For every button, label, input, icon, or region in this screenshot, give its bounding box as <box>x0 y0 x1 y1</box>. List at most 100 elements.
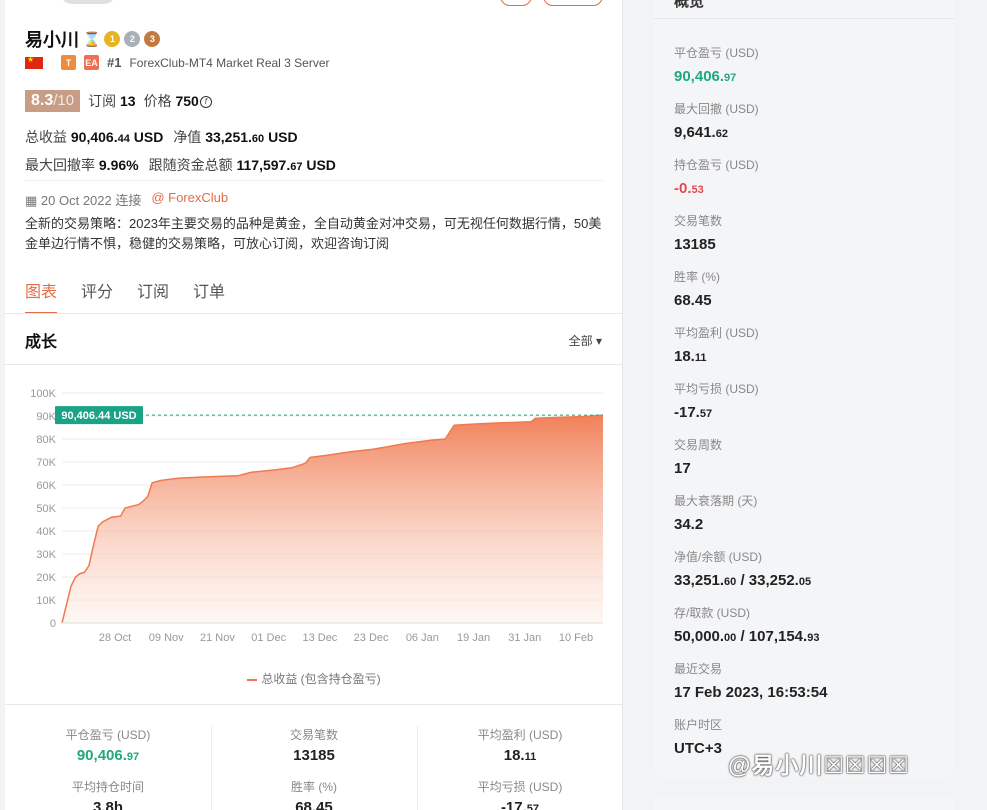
overview-value-int: 90,406. <box>674 68 725 85</box>
china-flag-icon <box>25 55 43 69</box>
x-tick-label: 09 Nov <box>149 632 184 644</box>
overview-value-int2: / 107,154. <box>736 628 808 645</box>
legend-label: 总收益 (包含持仓盈亏) <box>261 672 381 686</box>
x-tick-label: 06 Jan <box>406 632 439 644</box>
y-tick-label: 40K <box>36 526 56 538</box>
overview-item-value: 34.2 <box>674 516 757 533</box>
overview-value-int2: / 33,252. <box>736 572 799 589</box>
subscribe-button[interactable] <box>543 0 603 6</box>
overview-panel: 概览 平仓盈亏 (USD) 90,406.97 最大回撤 (USD) 9,641.62… <box>654 0 954 778</box>
follow-dec: 67 <box>290 161 303 173</box>
stat-value-dec: 57 <box>526 803 540 810</box>
chart-header-divider <box>5 364 623 365</box>
overview-value-int: UTC+3 <box>674 740 722 757</box>
tab-bar: 图表 评分 订阅 订单 <box>25 278 225 314</box>
tab-orders[interactable]: 订单 <box>193 278 225 302</box>
tag-t-badge: T <box>61 55 76 70</box>
y-tick-label: 10K <box>36 595 56 607</box>
x-tick-label: 28 Oct <box>99 632 131 644</box>
next-card <box>654 796 954 810</box>
stat-value-int: 68.45 <box>295 799 333 810</box>
overview-item-label: 账户时区 <box>674 718 723 732</box>
y-tick-label: 20K <box>36 572 56 584</box>
gold-medal-icon: 1 <box>104 31 121 47</box>
overview-value-int: 18. <box>674 348 695 365</box>
overview-item: 平均亏损 (USD) -17.57 <box>674 380 759 421</box>
tab-rating[interactable]: 评分 <box>81 278 113 302</box>
max-dd-value: 9.96% <box>98 157 139 173</box>
calendar-icon: ▦ <box>25 193 41 208</box>
follow-funds: 跟随资金总额 117,597.67 USD <box>149 155 336 175</box>
stat-value-dec: 11 <box>524 751 537 763</box>
stat-value: 90,406.97 <box>5 747 211 764</box>
x-tick-label: 21 Nov <box>200 632 235 644</box>
tab-subscription[interactable]: 订阅 <box>137 278 169 302</box>
connection-row: ▦ 20 Oct 2022 连接 @ ForexClub <box>25 190 228 209</box>
tag-ea-badge: EA <box>84 55 99 70</box>
stat-value: 18.11 <box>417 747 623 764</box>
y-tick-label: 90K <box>36 411 56 423</box>
trader-name-text: 易小川 <box>25 30 79 50</box>
total-profit-dec: 44 <box>117 133 130 145</box>
overview-value-int: 34.2 <box>674 516 704 533</box>
y-tick-label: 100K <box>30 388 56 400</box>
overview-item-label: 最大回撤 (USD) <box>674 102 759 116</box>
overview-value-dec: 97 <box>724 72 737 84</box>
overview-item-label: 交易周数 <box>674 438 723 452</box>
score-badge: 8.3/10 <box>25 90 81 112</box>
tab-chart[interactable]: 图表 <box>25 278 58 314</box>
overview-item: 账户时区 UTC+3 <box>674 716 722 757</box>
overview-item-value: -0.53 <box>674 180 759 197</box>
equity-label: 净值 <box>173 129 202 145</box>
equity-int: 33,251. <box>205 129 252 145</box>
overview-item-value: 68.45 <box>674 292 720 309</box>
chart-legend[interactable]: 总收益 (包含持仓盈亏) <box>5 670 623 687</box>
profit-row: 总收益 90,406.44 USD 净值 33,251.60 USD <box>25 127 298 147</box>
overview-value-dec: 57 <box>699 408 713 420</box>
follow-icon-button[interactable] <box>500 0 532 6</box>
overview-item-label: 最近交易 <box>674 662 723 676</box>
stat-trade-count: 交易笔数 13185 <box>211 726 417 764</box>
strategy-description: 全新的交易策略：2023年主要交易的品种是黄金，全自动黄金对冲交易，可无视任何数… <box>25 216 602 251</box>
range-dropdown[interactable]: 全部 ▾ <box>569 332 602 349</box>
total-profit: 总收益 90,406.44 USD <box>25 127 163 147</box>
total-profit-label: 总收益 <box>25 129 67 145</box>
broker-link[interactable]: @ ForexClub <box>151 190 228 209</box>
equity-unit: USD <box>268 129 298 145</box>
stat-value-int: 3.8h <box>92 799 123 810</box>
equity-dec: 60 <box>251 133 265 145</box>
price-label: 价格 <box>143 93 172 109</box>
overview-value-int: -0. <box>674 180 692 197</box>
subs-value: 13 <box>120 93 136 109</box>
trophy-icon: ⌛ <box>83 30 101 47</box>
overview-item: 存/取款 (USD) 50,000.00 / 107,154.93 <box>674 604 819 645</box>
y-tick-label: 80K <box>36 434 56 446</box>
total-profit-int: 90,406. <box>70 129 118 145</box>
overview-item-label: 净值/余额 (USD) <box>674 550 762 564</box>
overview-value-int: 17 Feb 2023, 16:53:54 <box>674 684 828 701</box>
connected-date: ▦ 20 Oct 2022 连接 <box>25 190 141 209</box>
stat-value: 3.8h <box>5 799 211 810</box>
overview-value-dec: 00 <box>724 632 737 644</box>
overview-item-value: UTC+3 <box>674 740 722 757</box>
subs-label: 订阅 <box>88 93 117 109</box>
overview-item: 净值/余额 (USD) 33,251.60 / 33,252.05 <box>674 548 811 589</box>
tab-divider <box>5 313 623 314</box>
current-value-label: 90,406.44 USD <box>61 410 136 422</box>
avatar[interactable] <box>60 0 116 4</box>
overview-item: 最大衰落期 (天) 34.2 <box>674 492 757 533</box>
stat-label: 平均盈利 (USD) <box>477 728 563 742</box>
overview-value-dec2: 05 <box>798 576 812 588</box>
divider <box>25 180 603 181</box>
overview-item: 胜率 (%) 68.45 <box>674 268 720 309</box>
follow-unit: USD <box>306 157 336 173</box>
stat-label: 交易笔数 <box>289 728 338 742</box>
growth-chart: 0 10K 20K 30K 40K 50K 60K 70K 80K 90K 100K 28 Oct 09… <box>30 388 604 644</box>
stat-avg-loss: 平均亏损 (USD) -17.57 <box>417 778 623 810</box>
overview-item-value: 13185 <box>674 236 722 253</box>
stats-divider <box>5 704 623 705</box>
overview-value-dec: 60 <box>724 576 737 588</box>
x-tick-label: 31 Jan <box>508 632 541 644</box>
overview-item-label: 平均亏损 (USD) <box>674 382 759 396</box>
overview-value-int: 50,000. <box>674 628 725 645</box>
